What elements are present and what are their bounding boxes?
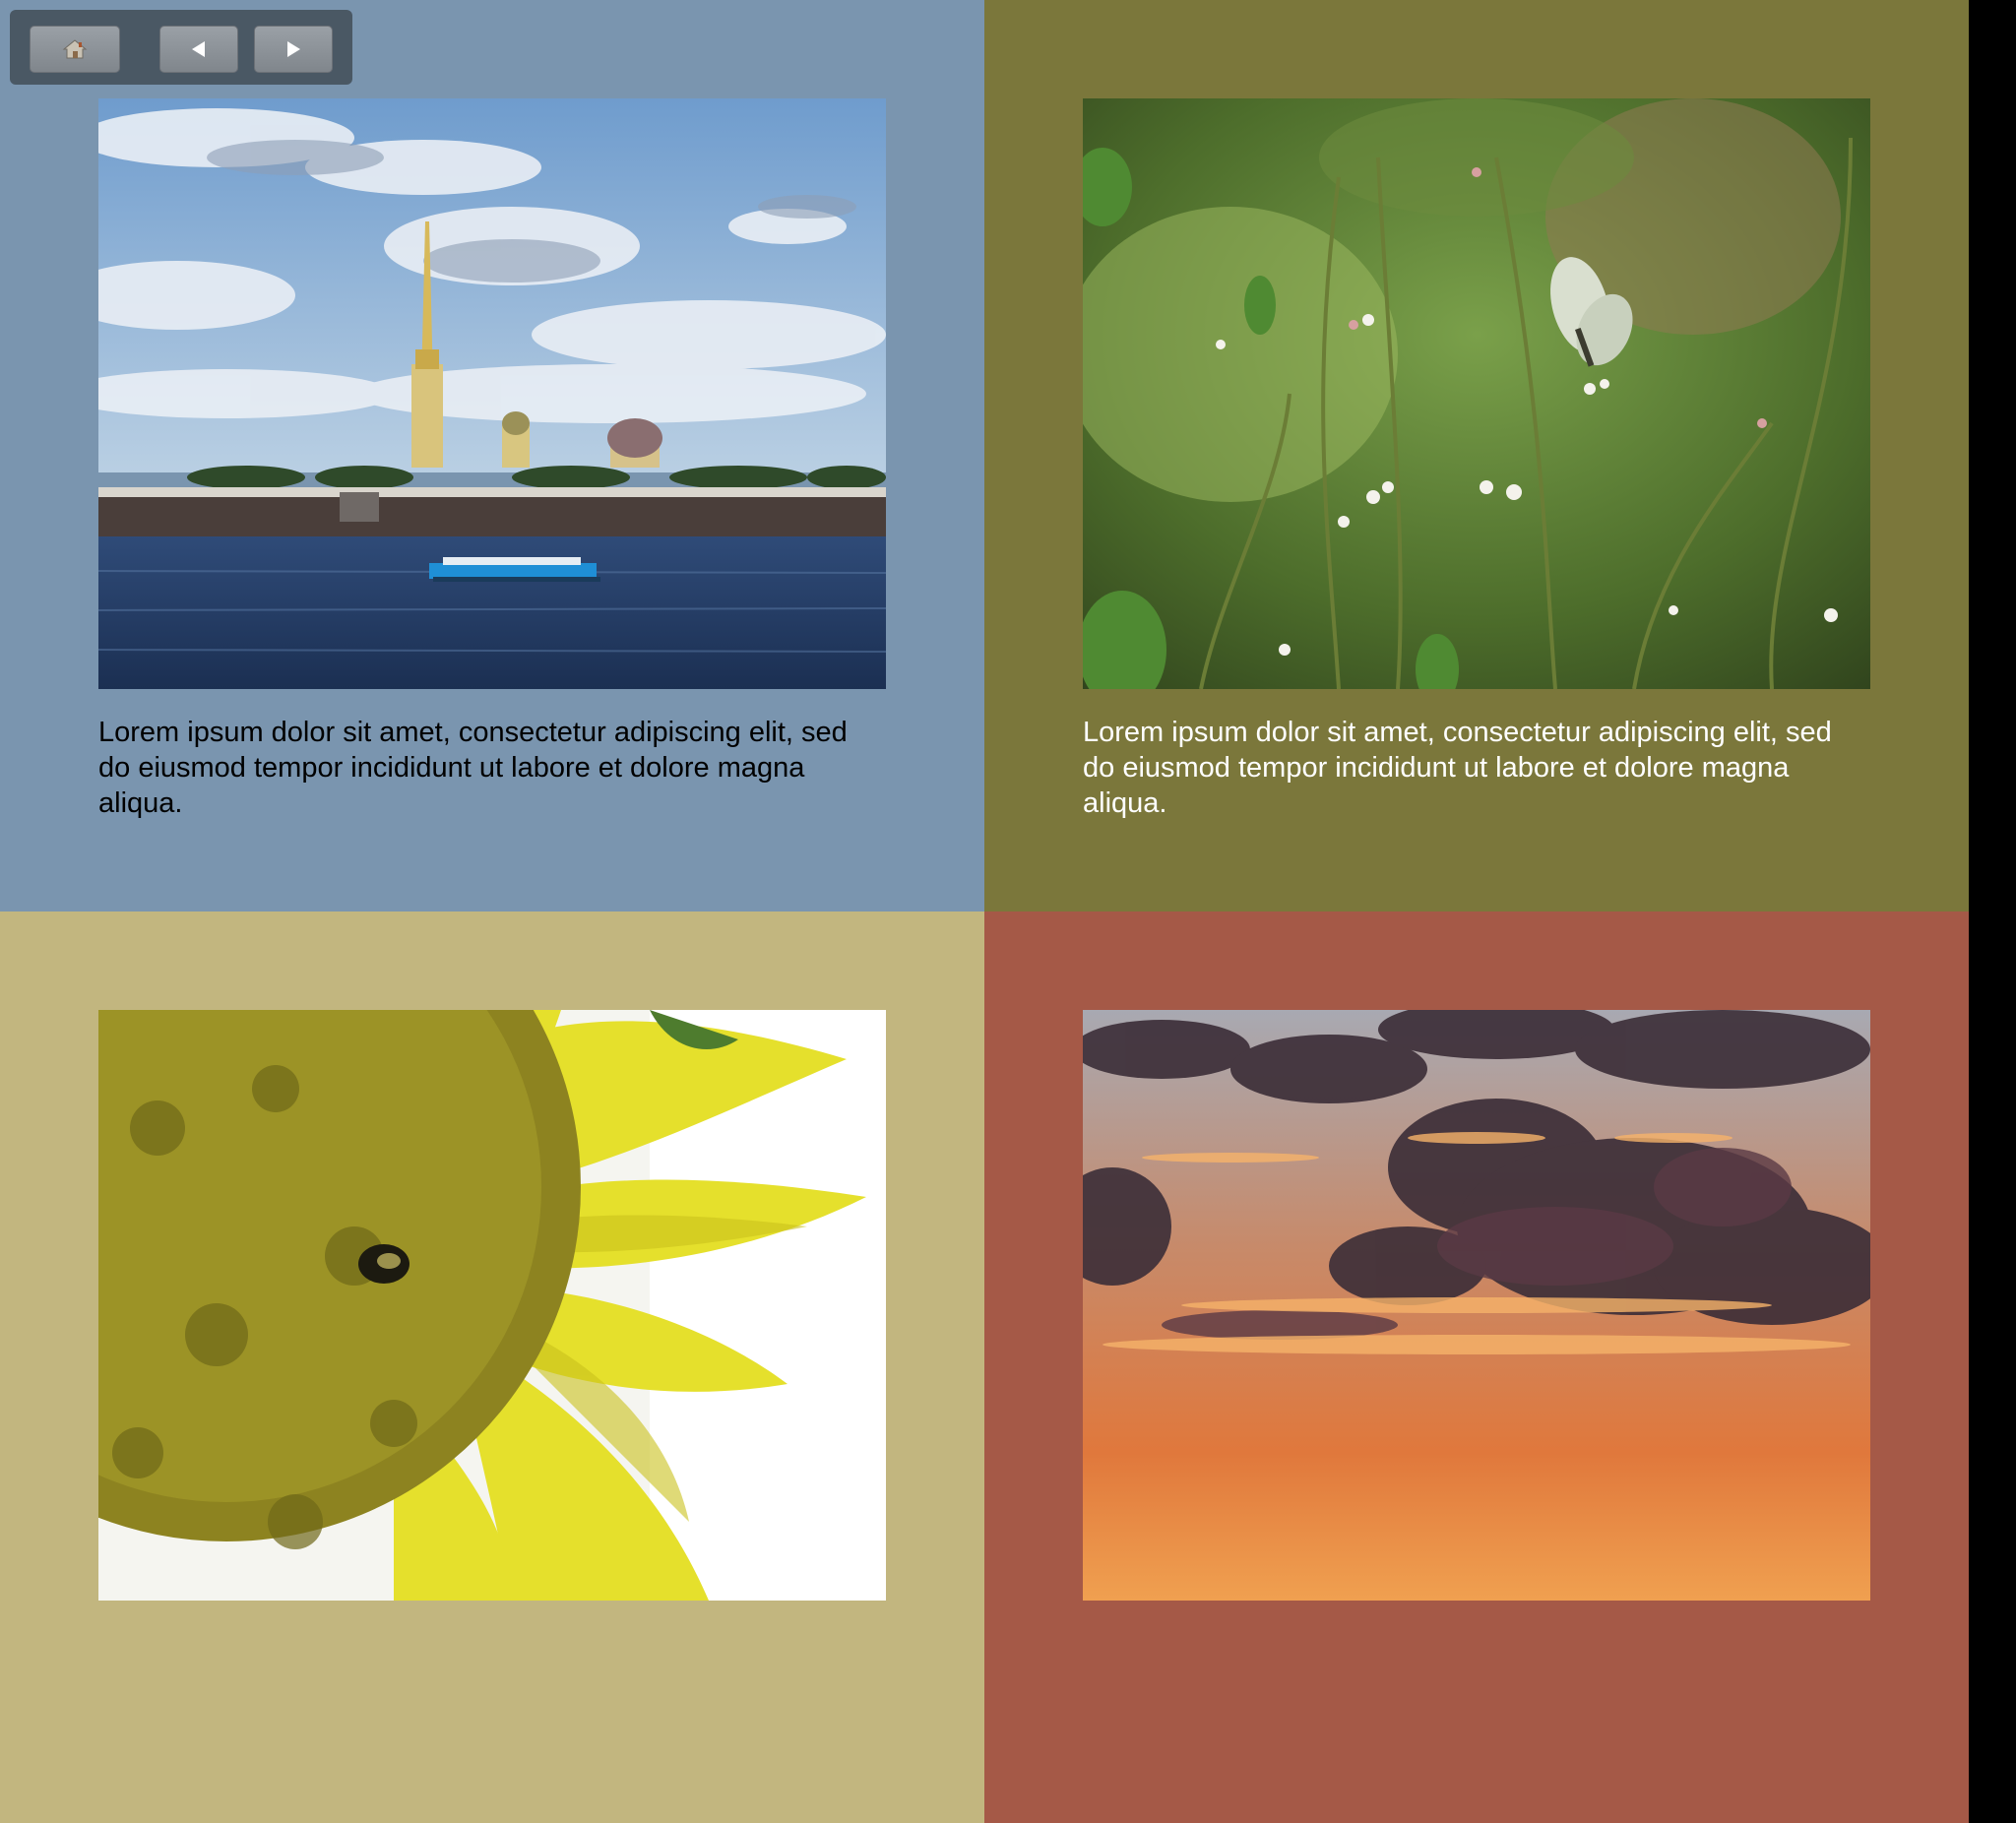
tile-sunflower (0, 912, 984, 1823)
arrow-left-icon (192, 41, 205, 57)
previous-button[interactable] (159, 26, 238, 73)
next-button[interactable] (254, 26, 333, 73)
tile-caption: Lorem ipsum dolor sit amet, consectetur … (1083, 717, 1832, 819)
photo-sunset-clouds (1083, 1010, 1870, 1601)
photo-butterfly-flowers (1083, 98, 1870, 689)
photo-grid: Lorem ipsum dolor sit amet, consectetur … (0, 0, 1969, 1823)
tile-butterfly: Lorem ipsum dolor sit amet, consectetur … (984, 0, 1969, 912)
arrow-right-icon (287, 41, 300, 57)
photo-fortress-river (98, 98, 886, 689)
tile-caption: Lorem ipsum dolor sit amet, consectetur … (98, 717, 848, 819)
tile-st-petersburg: Lorem ipsum dolor sit amet, consectetur … (0, 0, 984, 912)
home-icon (62, 39, 88, 59)
navigation-toolbar (10, 10, 352, 85)
photo-sunflower-bee (98, 1010, 886, 1601)
home-button[interactable] (30, 26, 120, 73)
tile-sunset (984, 912, 1969, 1823)
